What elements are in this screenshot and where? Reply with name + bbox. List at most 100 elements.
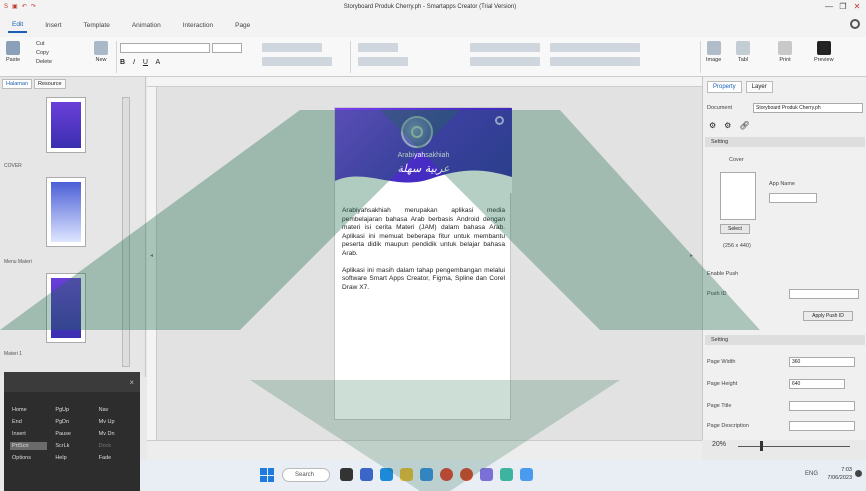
tab-edit[interactable]: Edit (8, 18, 28, 33)
language-indicator[interactable]: ENG (805, 471, 818, 477)
page-thumbnail[interactable] (46, 97, 86, 153)
zoom-slider[interactable] (738, 446, 850, 447)
tab-interaction[interactable]: Interaction (179, 19, 217, 32)
align-buttons[interactable] (358, 57, 408, 66)
store-icon[interactable] (420, 468, 433, 481)
windows-start-icon[interactable] (260, 468, 274, 482)
bold-icon[interactable]: B (120, 59, 125, 66)
font-family-select[interactable] (120, 43, 210, 53)
edge-icon[interactable] (380, 468, 393, 481)
preview-icon (816, 41, 831, 55)
key[interactable]: PgDn (53, 418, 90, 426)
page-height-input[interactable]: 640 (789, 379, 845, 389)
page-thumbnail-pane: Halaman Resource COVER Menu Materi Mater… (0, 77, 146, 377)
maximize-button[interactable]: ❐ (836, 0, 850, 12)
tab-layer[interactable]: Layer (745, 81, 773, 93)
app-name-input[interactable] (769, 193, 817, 203)
paste-button[interactable]: Paste (6, 41, 20, 63)
cover-image-slot[interactable] (720, 172, 756, 220)
key[interactable]: End (10, 418, 47, 426)
page-width-input[interactable]: 360 (789, 357, 855, 367)
document-select[interactable]: Storyboard Produk Cherry.ph (753, 103, 863, 113)
task-view-icon[interactable] (340, 468, 353, 481)
new-button[interactable]: New (94, 41, 108, 63)
italic-icon[interactable]: I (133, 59, 135, 66)
select-cover-button[interactable]: Select (720, 224, 750, 234)
scroll-right-arrow[interactable]: ▸ (690, 252, 693, 259)
panel-close-button[interactable]: × (129, 378, 134, 387)
key[interactable]: Fade (97, 454, 134, 462)
send-back-buttons[interactable] (550, 57, 640, 66)
gear-icon[interactable]: ⚙ (709, 121, 716, 130)
tab-property[interactable]: Property (707, 81, 742, 93)
key[interactable]: Pause (53, 430, 90, 438)
page-description-input[interactable] (789, 421, 855, 431)
file-explorer-icon[interactable] (400, 468, 413, 481)
apply-push-id-button[interactable]: Apply Push ID (803, 311, 853, 321)
notification-icon[interactable] (855, 470, 862, 477)
settings-gear-icon[interactable] (495, 116, 504, 125)
page-thumbnail[interactable] (46, 177, 86, 247)
tab-template[interactable]: Template (79, 19, 113, 32)
preview-button[interactable]: Preview (814, 41, 834, 63)
minimize-button[interactable]: — (822, 0, 836, 12)
app-logo-icon (401, 116, 433, 148)
link-icon[interactable]: 🔗︎ (739, 121, 749, 130)
underline-icon[interactable]: U (143, 59, 148, 66)
taskbar-search[interactable]: Search (282, 468, 330, 482)
page-setting-section-header[interactable]: Setting (705, 335, 865, 345)
tab-halaman[interactable]: Halaman (2, 79, 33, 89)
thumbnail-scrollbar[interactable] (122, 97, 130, 367)
help-icon[interactable] (850, 19, 860, 29)
table-button[interactable]: Tabl (736, 41, 750, 63)
setting-section-header[interactable]: Setting (705, 137, 865, 147)
panel-header: × (4, 372, 140, 392)
undo-icon[interactable]: ↶ (22, 3, 27, 10)
scroll-left-arrow[interactable]: ◂ (150, 252, 153, 259)
arrange-buttons[interactable] (470, 43, 540, 52)
format-painter-button[interactable] (262, 43, 322, 52)
key[interactable]: Home (10, 406, 47, 414)
close-button[interactable]: ✕ (850, 0, 864, 12)
delete-button[interactable]: Delete (36, 59, 52, 65)
tab-page[interactable]: Page (231, 19, 254, 32)
app-icon[interactable] (520, 468, 533, 481)
key[interactable]: Nav (97, 406, 134, 414)
tab-resource[interactable]: Resource (34, 79, 66, 89)
app-page[interactable]: Arabiyahsakhiah ﻋﺮﺑﻴﺔ ﺳﻬﻠﺔ Arabiyahsakhi… (334, 107, 512, 420)
key[interactable]: Mv Up (97, 418, 134, 426)
key[interactable]: Mv Dn (97, 430, 134, 438)
font-color-icon[interactable]: A (156, 59, 161, 66)
copy-button[interactable]: Copy (36, 50, 49, 56)
format-paste-button[interactable] (262, 57, 332, 66)
figma-icon[interactable] (500, 468, 513, 481)
tab-insert[interactable]: Insert (41, 19, 65, 32)
opera-icon[interactable] (440, 468, 453, 481)
font-size-select[interactable] (212, 43, 242, 53)
cut-button[interactable]: Cut (36, 41, 45, 47)
image-button[interactable]: Image (706, 41, 721, 63)
page-title-input[interactable] (789, 401, 855, 411)
key[interactable]: ScrLk (53, 442, 90, 450)
system-clock[interactable]: 7:03 7/06/2023 (828, 466, 852, 482)
redo-icon[interactable]: ↷ (31, 3, 36, 10)
save-icon[interactable]: ▣ (12, 3, 18, 10)
tab-animation[interactable]: Animation (128, 19, 165, 32)
smartapps-icon[interactable] (480, 468, 493, 481)
key[interactable]: Options (10, 454, 47, 462)
key[interactable]: Dock (97, 442, 134, 450)
key[interactable]: PgUp (53, 406, 90, 414)
teams-icon[interactable] (360, 468, 373, 481)
settings-icon[interactable]: ⚙ (724, 121, 731, 130)
push-id-input[interactable] (789, 289, 859, 299)
list-buttons[interactable] (358, 43, 398, 52)
bring-front-buttons[interactable] (550, 43, 640, 52)
key[interactable]: Insert (10, 430, 47, 438)
page-thumbnail[interactable] (46, 273, 86, 343)
zoom-slider-handle[interactable] (760, 441, 763, 451)
print-button[interactable]: Print (778, 41, 792, 63)
distribute-buttons[interactable] (470, 57, 540, 66)
key[interactable]: Help (53, 454, 90, 462)
key[interactable]: PrtScn (10, 442, 48, 450)
chrome-icon[interactable] (460, 468, 473, 481)
